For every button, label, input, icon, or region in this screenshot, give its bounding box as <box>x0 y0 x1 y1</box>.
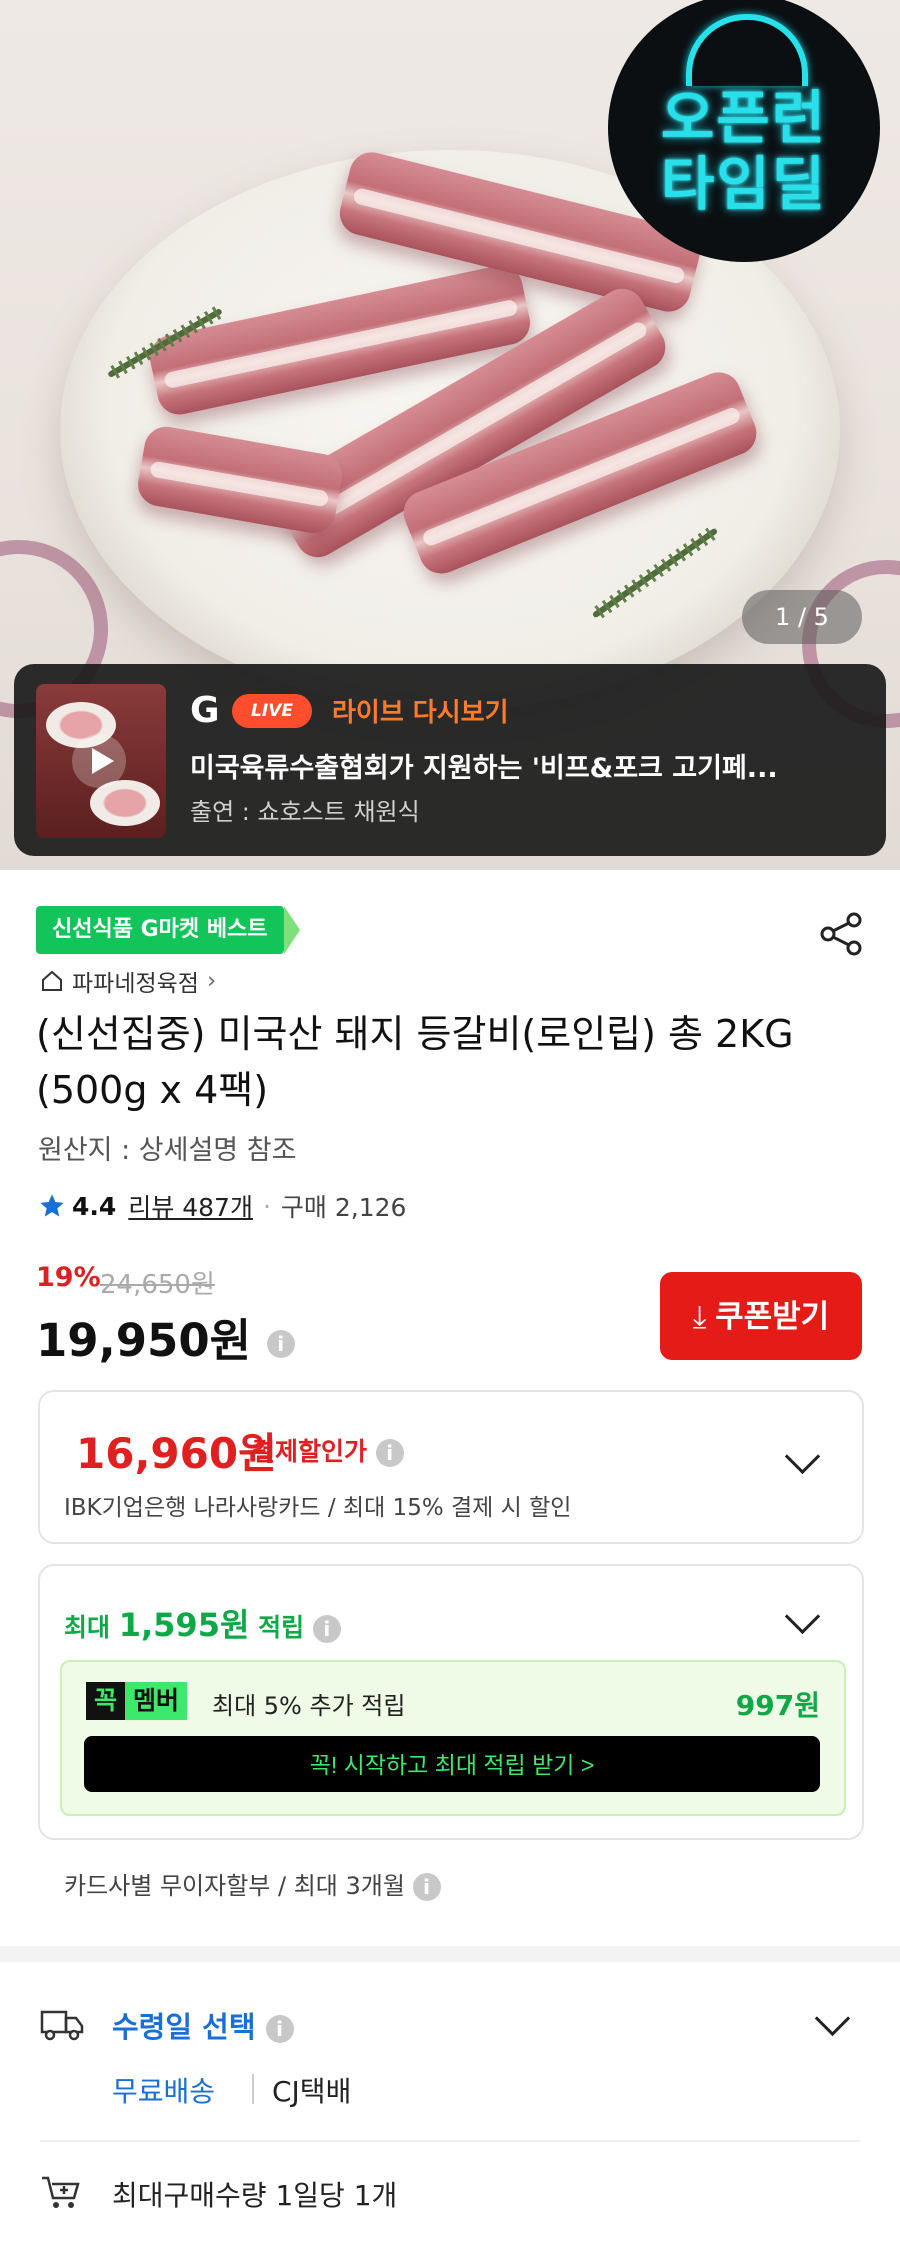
live-replay-label: 라이브 다시보기 <box>332 698 509 728</box>
section-divider <box>0 1946 900 1962</box>
delivery-truck-icon <box>40 2010 84 2041</box>
live-thumbnail[interactable] <box>36 684 166 838</box>
chevron-down-icon[interactable] <box>814 2000 851 2037</box>
original-price: 24,650원 <box>100 1270 215 1300</box>
membership-box: 꼭 멤버 최대 5% 추가 적립 997원 꼭! 시작하고 최대 적립 받기 > <box>60 1660 846 1816</box>
sale-price: 19,950원 i <box>36 1304 295 1369</box>
store-link[interactable]: 파파네정육점 › <box>40 964 216 998</box>
member-benefit-text: 최대 5% 추가 적립 <box>212 1692 406 1720</box>
info-icon[interactable]: i <box>266 1330 295 1358</box>
category-best-badge: 신선식품 G마켓 베스트 <box>36 906 300 954</box>
image-counter: 1 / 5 <box>742 590 862 644</box>
info-icon[interactable]: i <box>375 1439 404 1467</box>
purchase-count: 구매 2,126 <box>280 1193 407 1222</box>
receive-date-label: 수령일 선택 <box>112 2010 256 2044</box>
kkok-member-logo: 꼭 멤버 <box>86 1682 188 1720</box>
live-replay-banner[interactable]: G LIVE 라이브 다시보기 미국육류수출협회가 지원하는 '비프&포크 고기… <box>14 664 886 856</box>
play-icon[interactable] <box>72 734 126 788</box>
payment-discount-price: 16,960원 <box>76 1429 277 1478</box>
coupon-button-label: 쿠폰받기 <box>715 1299 830 1334</box>
download-icon: ⤓ <box>692 1299 707 1334</box>
chevron-down-icon[interactable] <box>784 1438 821 1475</box>
payment-discount-card[interactable]: 16,960원 결제할인가 i IBK기업은행 나라사랑카드 / 최대 15% … <box>38 1390 864 1544</box>
separator-dot: · <box>262 1191 271 1221</box>
rating-score: 4.4 <box>72 1191 117 1221</box>
member-logo-b: 멤버 <box>125 1682 188 1720</box>
store-name: 파파네정육점 <box>72 971 199 997</box>
gmarket-g-icon: G <box>190 690 220 731</box>
live-title: 미국육류수출협회가 지원하는 '비프&포크 고기페... <box>190 753 778 784</box>
row-divider <box>40 2140 860 2142</box>
points-summary: 최대 1,595원 적립 i <box>64 1600 341 1646</box>
cart-plus-icon <box>42 2176 80 2208</box>
max-quantity-text: 최대구매수량 1일당 1개 <box>112 2179 398 2212</box>
alarm-clock-icon <box>686 14 808 86</box>
payment-discount-tag-label: 결제할인가 <box>252 1437 368 1466</box>
installment-text: 카드사별 무이자할부 / 최대 3개월 <box>64 1872 405 1900</box>
timedeal-line2: 타임딜 <box>660 150 828 218</box>
timedeal-badge: 오픈런 타임딜 <box>608 0 880 262</box>
review-link[interactable]: 리뷰 487개 <box>128 1188 253 1224</box>
payment-discount-tag: 결제할인가 i <box>252 1432 404 1468</box>
sale-price-value: 19,950원 <box>36 1314 252 1367</box>
points-suffix: 적립 <box>258 1613 305 1642</box>
coupon-button[interactable]: ⤓ 쿠폰받기 <box>660 1272 862 1360</box>
share-icon[interactable] <box>816 908 868 960</box>
member-logo-a: 꼭 <box>86 1682 126 1720</box>
separator <box>252 2074 254 2104</box>
discount-rate: 19% <box>36 1262 101 1293</box>
chevron-down-icon[interactable] <box>784 1598 821 1635</box>
shipping-carrier: CJ택배 <box>272 2075 352 2108</box>
info-icon[interactable]: i <box>412 1873 441 1901</box>
points-amount: 1,595원 <box>118 1606 250 1644</box>
rating-row: 4.4 리뷰 487개 · 구매 2,126 <box>38 1188 406 1224</box>
chevron-right-icon: › <box>206 968 217 994</box>
points-prefix: 최대 <box>64 1613 111 1642</box>
member-benefit-amount: 997원 <box>735 1689 820 1722</box>
payment-discount-desc: IBK기업은행 나라사랑카드 / 최대 15% 결제 시 할인 <box>64 1495 572 1521</box>
star-icon <box>40 1194 64 1217</box>
installment-info: 카드사별 무이자할부 / 최대 3개월 i <box>64 1866 441 1901</box>
product-origin: 원산지 : 상세설명 참조 <box>38 1135 297 1166</box>
timedeal-line1: 오픈런 <box>660 84 828 152</box>
receive-date-select[interactable]: 수령일 선택 i <box>112 2004 294 2046</box>
points-card[interactable]: 최대 1,595원 적립 i 꼭 멤버 최대 5% 추가 적립 997원 꼭! … <box>38 1564 864 1840</box>
home-icon <box>42 970 62 991</box>
live-host: 출연 : 쇼호스트 채원식 <box>190 798 420 826</box>
shipping-free: 무료배송 <box>112 2075 216 2108</box>
info-icon[interactable]: i <box>265 2015 294 2043</box>
product-title: (신선집중) 미국산 돼지 등갈비(로인립) 총 2KG (500g x 4팩) <box>36 1012 794 1112</box>
info-icon[interactable]: i <box>312 1615 341 1643</box>
live-badge: LIVE <box>232 694 312 728</box>
member-start-button[interactable]: 꼭! 시작하고 최대 적립 받기 > <box>84 1736 820 1792</box>
